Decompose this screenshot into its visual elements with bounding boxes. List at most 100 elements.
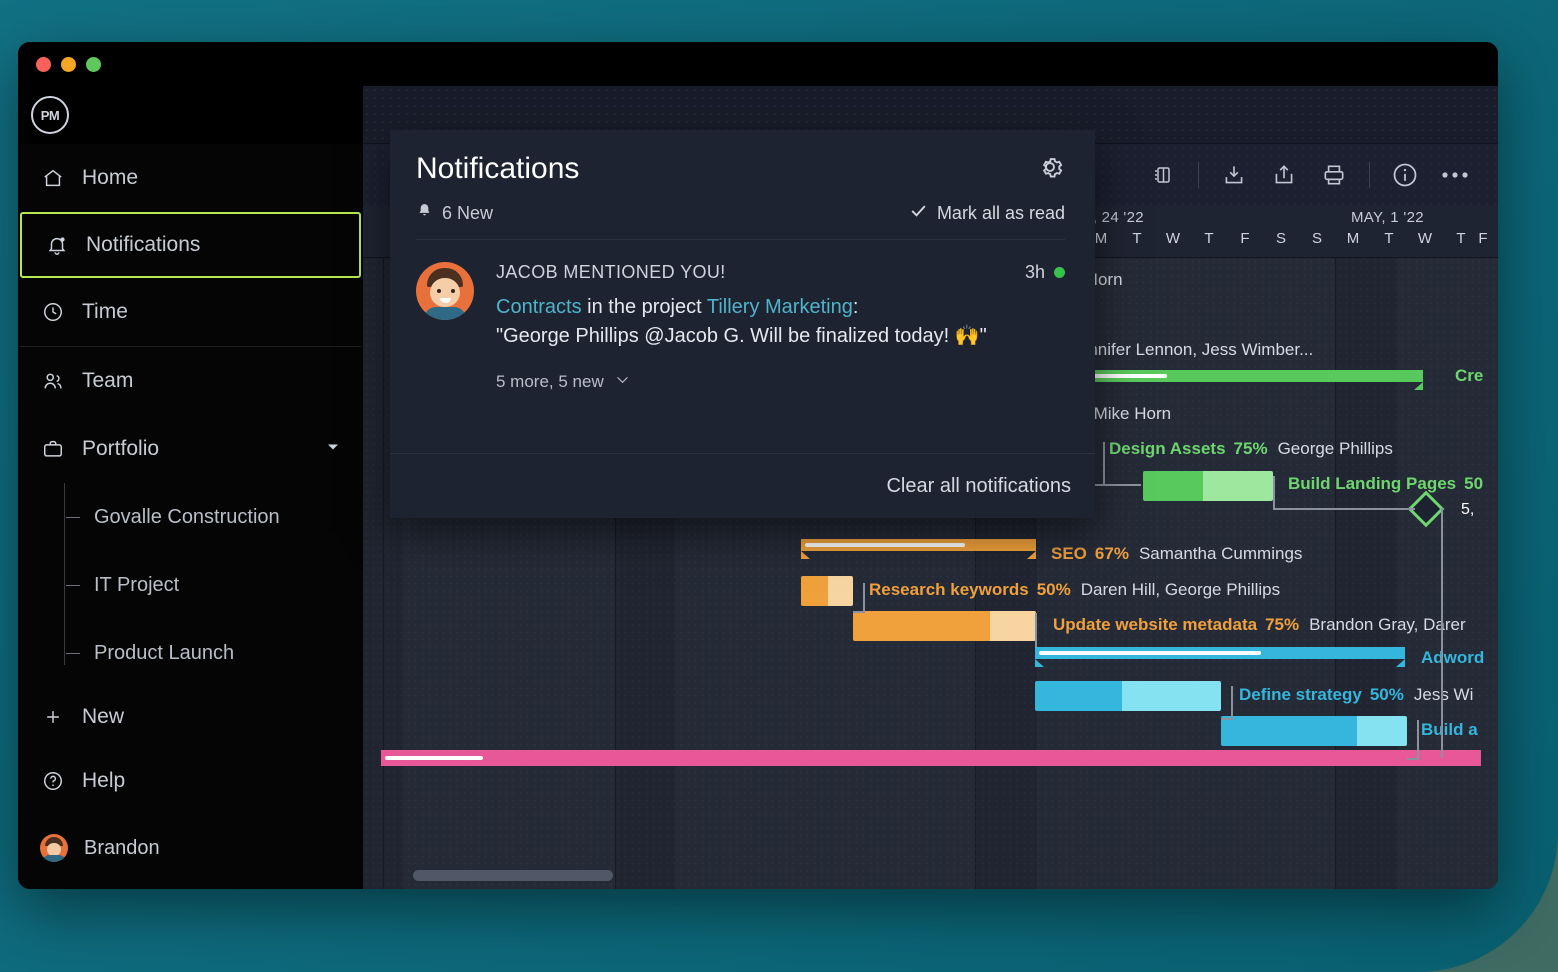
bell-icon	[44, 234, 70, 256]
day-label: S	[1263, 230, 1299, 247]
sidebar-user-account[interactable]: Brandon	[18, 815, 363, 881]
dependency-connector	[1441, 508, 1443, 758]
gantt-bar-update-website-metadata[interactable]	[853, 611, 1036, 641]
sidebar-item-label: Notifications	[86, 233, 200, 257]
sidebar-item-time[interactable]: Time	[18, 278, 363, 346]
gantt-bar-research-keywords[interactable]	[801, 576, 853, 606]
print-icon[interactable]	[1309, 155, 1359, 195]
gantt-task-label-define-strategy: Define strategy50%Jess Wi	[1239, 685, 1473, 705]
task-name: Build Landing Pages	[1288, 474, 1456, 493]
sidebar-item-it-project[interactable]: IT Project	[64, 551, 363, 619]
notification-time: 3h	[1025, 262, 1045, 283]
notifications-popup-footer: Clear all notifications	[390, 453, 1095, 518]
sidebar-item-portfolio[interactable]: Portfolio	[18, 415, 363, 483]
chevron-down-icon	[614, 371, 631, 393]
sidebar-item-product-launch[interactable]: Product Launch	[64, 619, 363, 687]
app-window: PM Home Notificat	[18, 42, 1498, 889]
gantt-task-label-design-assets: Design Assets75%George Phillips	[1109, 439, 1393, 459]
unread-indicator-icon	[1054, 267, 1065, 278]
notification-colon: :	[853, 296, 859, 318]
plus-icon	[40, 707, 66, 727]
portfolio-children: Govalle Construction IT Project Product …	[18, 483, 363, 687]
upload-icon[interactable]	[1259, 155, 1309, 195]
task-assignees: Jess Wi	[1414, 685, 1474, 704]
gantt-task-label-build-landing-pages: Build Landing Pages 50	[1288, 474, 1483, 494]
download-icon[interactable]	[1209, 155, 1259, 195]
window-titlebar	[18, 42, 1498, 86]
show-more-notifications-button[interactable]: 5 more, 5 new	[496, 371, 1065, 393]
sidebar-item-home[interactable]: Home	[18, 144, 363, 212]
dependency-connector	[1273, 508, 1415, 510]
gear-icon[interactable]	[1035, 152, 1065, 187]
maximize-window-button[interactable]	[86, 57, 101, 72]
task-assignees: Samantha Cummings	[1139, 544, 1302, 563]
info-icon[interactable]	[1380, 155, 1430, 195]
task-assignees: Daren Hill, George Phillips	[1081, 580, 1280, 599]
sidebar-item-label: New	[82, 705, 124, 729]
gantt-summary-bar-adwords[interactable]	[1035, 647, 1405, 665]
horizontal-scrollbar[interactable]	[413, 870, 613, 881]
day-label: T	[1119, 230, 1155, 247]
toolbar-divider	[1198, 162, 1199, 188]
sidebar-item-help[interactable]: Help	[18, 747, 363, 815]
columns-icon[interactable]	[1138, 155, 1188, 195]
gantt-bar-build-landing-pages[interactable]	[1143, 471, 1273, 501]
notification-project-link[interactable]: Tillery Marketing	[707, 296, 853, 318]
notification-mid-text: in the project	[582, 296, 707, 318]
gantt-task-label-research-keywords: Research keywords 50% Daren Hill, George P…	[869, 580, 1280, 600]
sidebar-item-notifications[interactable]: Notifications	[20, 212, 361, 278]
task-assignees: Mike Horn	[1094, 404, 1171, 423]
dependency-connector	[1273, 476, 1275, 509]
notifications-popup-header: Notifications 6 New	[390, 130, 1095, 240]
people-icon	[40, 370, 66, 392]
day-label: S	[1299, 230, 1335, 247]
task-percent: 75%	[1265, 615, 1299, 634]
notifications-title: Notifications	[416, 152, 579, 186]
tree-branch-icon	[66, 653, 80, 654]
sidebar: PM Home Notificat	[18, 86, 363, 889]
notification-list-item[interactable]: JACOB MENTIONED YOU! 3h Contracts in the…	[390, 240, 1095, 393]
gantt-summary-bar-pink[interactable]	[381, 750, 1481, 768]
sidebar-item-label: Team	[82, 369, 133, 393]
app-logo[interactable]: PM	[24, 89, 76, 141]
chevron-down-icon[interactable]	[325, 437, 341, 461]
sidebar-item-new[interactable]: New	[18, 687, 363, 747]
sidebar-item-team[interactable]: Team	[18, 347, 363, 415]
notification-heading: JACOB MENTIONED YOU!	[496, 262, 726, 283]
dependency-connector	[853, 583, 865, 613]
task-name: Research keywords	[869, 580, 1029, 599]
task-name: Update website metadata	[1053, 615, 1257, 634]
task-name: Adword	[1421, 648, 1484, 667]
task-percent: 50%	[1037, 580, 1071, 599]
gantt-milestone-label: 5,	[1461, 501, 1474, 519]
gantt-task-label-update-website-metadata: Update website metadata75%Brandon Gray, …	[1053, 615, 1466, 635]
gantt-task-label-adwords: Adword	[1421, 648, 1484, 668]
gantt-bar-build-ads[interactable]	[1221, 716, 1407, 746]
logo-text: PM	[31, 96, 69, 134]
day-label: T	[1191, 230, 1227, 247]
mark-all-as-read-button[interactable]: Mark all as read	[909, 201, 1065, 225]
dependency-connector	[1105, 484, 1141, 486]
gantt-task-label: Cre	[1455, 366, 1483, 386]
more-icon[interactable]	[1430, 155, 1480, 195]
check-icon	[909, 201, 928, 225]
dependency-connector	[1221, 686, 1233, 720]
close-window-button[interactable]	[36, 57, 51, 72]
notification-task-link[interactable]: Contracts	[496, 296, 582, 318]
help-icon	[40, 770, 66, 792]
gantt-bar-define-strategy[interactable]	[1035, 681, 1221, 711]
brand-bar: PM	[18, 86, 363, 144]
sidebar-item-govalle-construction[interactable]: Govalle Construction	[64, 483, 363, 551]
notifications-popup: Notifications 6 New	[390, 130, 1095, 518]
avatar	[40, 834, 68, 862]
day-label: W	[1407, 230, 1443, 247]
mark-all-as-read-label: Mark all as read	[937, 203, 1065, 224]
gantt-summary-bar-seo[interactable]	[801, 539, 1036, 557]
task-percent: 50	[1464, 474, 1483, 493]
briefcase-icon	[40, 438, 66, 460]
day-label: W	[1155, 230, 1191, 247]
sidebar-user-label: Brandon	[84, 837, 160, 860]
clear-all-notifications-button[interactable]: Clear all notifications	[886, 475, 1071, 498]
notification-text: Contracts in the project Tillery Marketi…	[496, 293, 1065, 351]
minimize-window-button[interactable]	[61, 57, 76, 72]
